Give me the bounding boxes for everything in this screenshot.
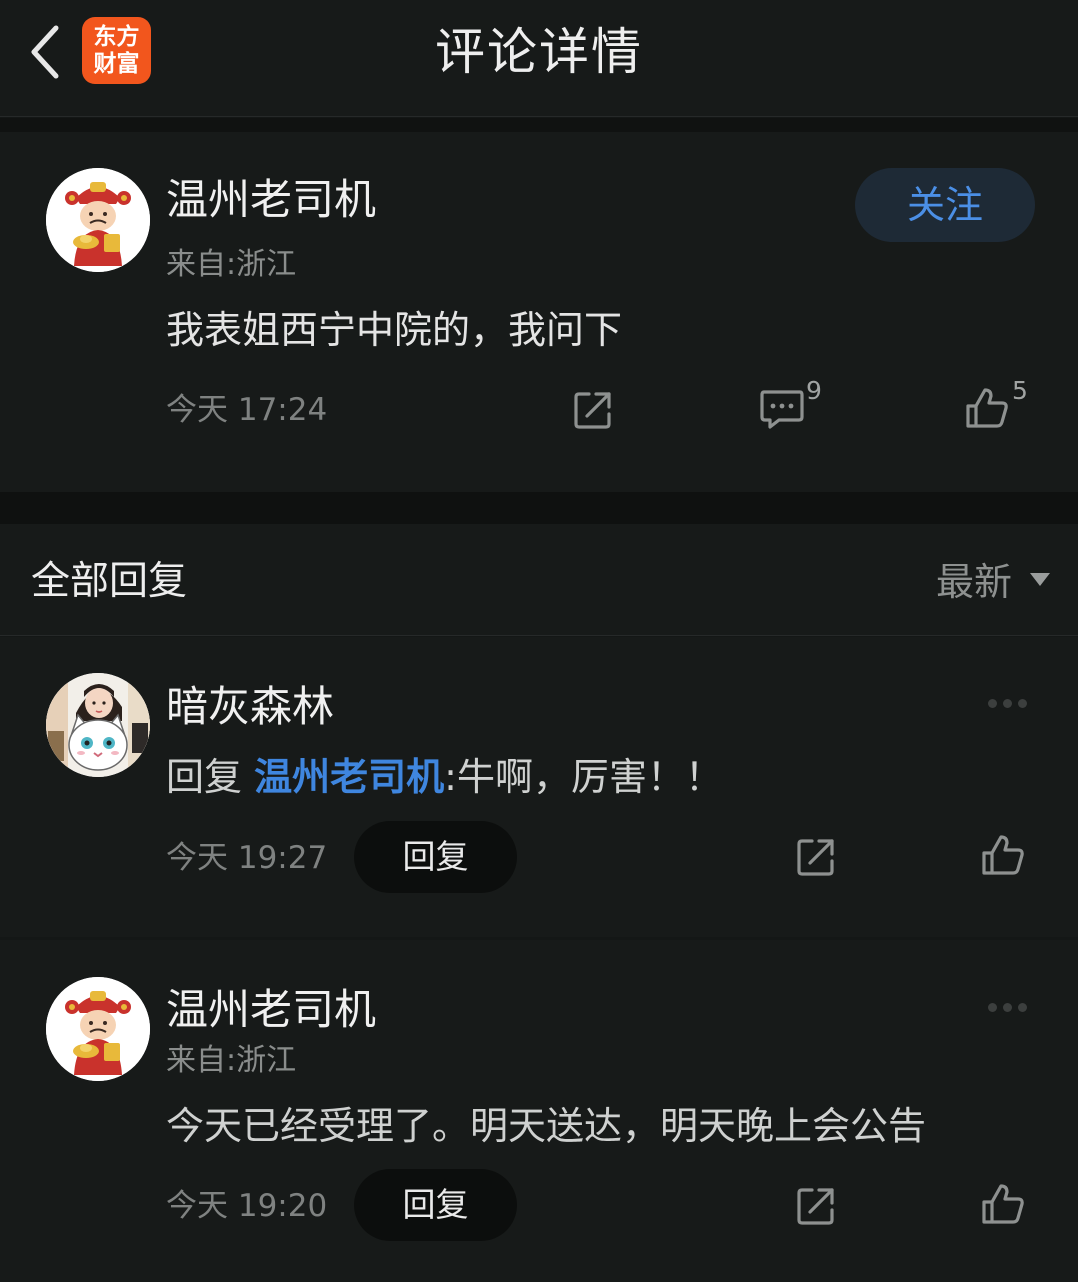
like-icon[interactable]	[964, 386, 1010, 430]
reply-button[interactable]: 回复	[354, 1169, 517, 1241]
sort-dropdown[interactable]: 最新	[936, 558, 1012, 606]
reply-text: 今天已经受理了。明天送达，明天晚上会公告	[166, 1104, 927, 1148]
replies-header: 全部回复 最新	[0, 524, 1078, 636]
share-icon[interactable]	[794, 835, 838, 879]
reply-author-name[interactable]: 温州老司机	[166, 984, 376, 1036]
like-icon[interactable]	[980, 833, 1026, 877]
comment-time: 今天 17:24	[166, 392, 328, 428]
share-icon[interactable]	[794, 1184, 838, 1228]
caret-down-icon[interactable]	[1030, 573, 1050, 586]
god-of-wealth-avatar-icon	[46, 977, 150, 1081]
like-count: 5	[1012, 376, 1028, 405]
section-divider	[0, 492, 1078, 524]
reply-author-location: 来自:浙江	[166, 1043, 297, 1078]
comment-count: 9	[806, 376, 822, 405]
mention-link[interactable]: 温州老司机	[254, 755, 444, 799]
girl-and-cat-avatar-icon	[46, 673, 150, 777]
divider	[0, 118, 1078, 132]
like-icon[interactable]	[980, 1182, 1026, 1226]
author-location: 来自:浙江	[166, 247, 297, 282]
comment-icon[interactable]	[759, 388, 805, 430]
more-options-icon[interactable]	[988, 699, 1027, 708]
reply-time: 今天 19:27	[166, 840, 328, 876]
reply-text: 回复 温州老司机:牛啊，厉害！！	[166, 753, 723, 801]
share-icon[interactable]	[571, 388, 615, 432]
avatar[interactable]	[46, 673, 150, 777]
page-title: 评论详情	[435, 23, 643, 81]
author-name[interactable]: 温州老司机	[166, 174, 376, 226]
avatar[interactable]	[46, 977, 150, 1081]
reply-author-name[interactable]: 暗灰森林	[166, 681, 334, 733]
reply-time: 今天 19:20	[166, 1188, 328, 1224]
avatar[interactable]	[46, 168, 150, 272]
god-of-wealth-avatar-icon	[46, 168, 150, 272]
main-comment-card: 温州老司机 来自:浙江 关注 我表姐西宁中院的，我问下 今天 17:24 9 5	[0, 132, 1078, 492]
reply-item: 暗灰森林 回复 温州老司机:牛啊，厉害！！ 今天 19:27 回复	[0, 637, 1078, 937]
top-bar: 东方 财富 评论详情	[0, 0, 1078, 117]
comment-text: 我表姐西宁中院的，我问下	[166, 308, 623, 352]
reply-prefix: 回复	[166, 755, 243, 799]
reply-content: 牛啊，厉害！！	[456, 755, 723, 799]
follow-button[interactable]: 关注	[855, 168, 1035, 242]
reply-separator: :	[444, 755, 457, 799]
replies-title: 全部回复	[31, 559, 188, 604]
reply-button[interactable]: 回复	[354, 821, 517, 893]
reply-item: 温州老司机 来自:浙江 今天已经受理了。明天送达，明天晚上会公告 今天 19:2…	[0, 940, 1078, 1282]
more-options-icon[interactable]	[988, 1003, 1027, 1012]
